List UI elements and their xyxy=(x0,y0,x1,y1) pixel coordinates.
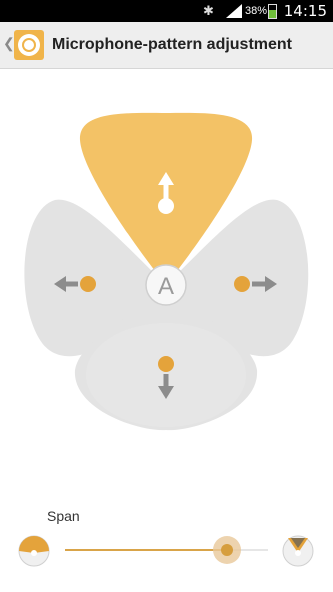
center-auto-button[interactable]: A xyxy=(145,264,187,306)
wide-pattern-icon[interactable] xyxy=(18,535,50,572)
narrow-pattern-icon[interactable] xyxy=(282,535,314,572)
span-label: Span xyxy=(47,508,80,524)
center-label: A xyxy=(158,273,174,300)
span-slider-fill xyxy=(65,549,228,551)
pattern-diagram[interactable]: A xyxy=(0,0,333,592)
